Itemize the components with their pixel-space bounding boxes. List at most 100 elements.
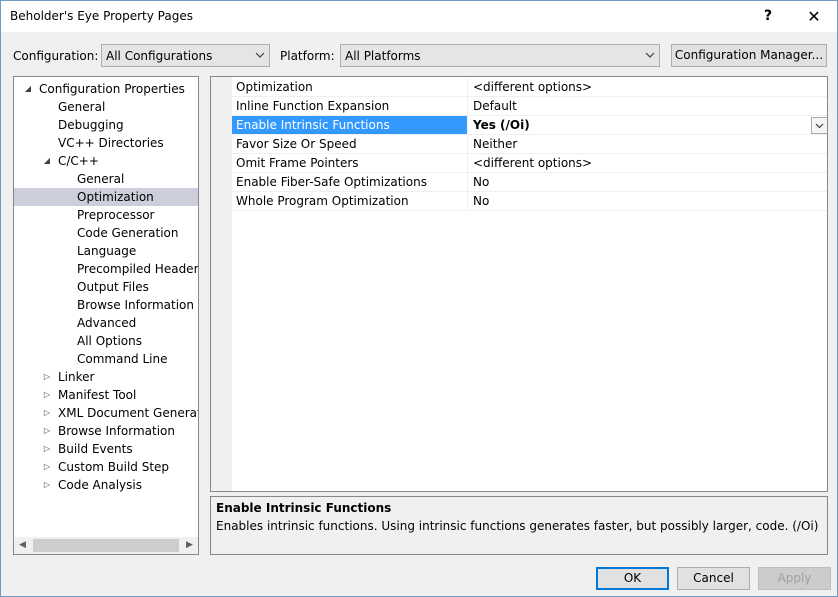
tree-item-label: Build Events (58, 442, 133, 456)
help-button[interactable]: ? (745, 1, 791, 32)
tree-item[interactable]: ▷ Linker (14, 368, 198, 386)
tree-item-label: Advanced (77, 316, 137, 330)
property-pages-window: Beholder's Eye Property Pages ? ✕ Config… (0, 0, 838, 597)
tree-item-label: Browse Information (58, 424, 175, 438)
property-row[interactable]: Optimization <different options> (232, 78, 827, 97)
tree-item[interactable]: ◢ C/C++ (14, 152, 198, 170)
expand-arrow-icon[interactable]: ▷ (42, 440, 52, 458)
expand-arrow-icon[interactable]: ▷ (42, 386, 52, 404)
title-bar: Beholder's Eye Property Pages ? ✕ (1, 1, 837, 32)
property-row[interactable]: Enable Fiber-Safe Optimizations No (232, 173, 827, 192)
platform-dropdown[interactable]: All Platforms (340, 44, 660, 67)
tree-item[interactable]: ▷ XML Document Generator (14, 404, 198, 422)
tree-item[interactable]: ◢ Configuration Properties (14, 80, 198, 98)
close-button[interactable]: ✕ (791, 1, 837, 32)
tree-item[interactable]: ▷ Manifest Tool (14, 386, 198, 404)
tree-item-label: General (77, 172, 125, 186)
expand-arrow-icon[interactable]: ▷ (42, 476, 52, 494)
collapse-arrow-icon[interactable]: ◢ (42, 152, 52, 170)
tree-item[interactable]: All Options (14, 332, 198, 350)
property-name: Omit Frame Pointers (232, 154, 468, 172)
tree-item-label: Language (77, 244, 137, 258)
tree-item[interactable]: General (14, 98, 198, 116)
tree-item[interactable]: Code Generation (14, 224, 198, 242)
tree-horizontal-scrollbar[interactable]: ◀ ▶ (14, 537, 198, 554)
tree-item[interactable]: Command Line (14, 350, 198, 368)
tree-item[interactable]: Browse Information (14, 296, 198, 314)
tree-item[interactable]: ▷ Custom Build Step (14, 458, 198, 476)
tree-item[interactable]: ▷ Build Events (14, 440, 198, 458)
property-name: Favor Size Or Speed (232, 135, 468, 153)
tree-item[interactable]: General (14, 170, 198, 188)
tree-item[interactable]: ▷ Code Analysis (14, 476, 198, 494)
property-value[interactable]: No (469, 173, 809, 191)
tree-item[interactable]: Output Files (14, 278, 198, 296)
scrollbar-thumb[interactable] (33, 539, 179, 552)
tree-item-label: Output Files (77, 280, 149, 294)
tree-item[interactable]: ▷ Browse Information (14, 422, 198, 440)
description-text: Enables intrinsic functions. Using intri… (216, 519, 819, 533)
property-value[interactable]: No (469, 192, 809, 210)
property-name: Enable Intrinsic Functions (232, 116, 468, 134)
tree-item-label: C/C++ (58, 154, 99, 168)
tree-item[interactable]: Debugging (14, 116, 198, 134)
cancel-button[interactable]: Cancel (677, 567, 750, 590)
tree-item[interactable]: Optimization (14, 188, 198, 206)
tree-item-label: VC++ Directories (58, 136, 164, 150)
property-row[interactable]: Enable Intrinsic Functions Yes (/Oi) (232, 116, 827, 135)
tree-item[interactable]: Advanced (14, 314, 198, 332)
chevron-down-icon (815, 123, 824, 129)
property-value[interactable]: Yes (/Oi) (469, 116, 809, 134)
property-grid: Optimization <different options> Inline Fu… (210, 76, 828, 492)
property-row[interactable]: Omit Frame Pointers <different options> (232, 154, 827, 173)
property-name: Optimization (232, 78, 468, 96)
tree-item-label: Custom Build Step (58, 460, 170, 474)
tree-item-label: Command Line (77, 352, 168, 366)
tree-item-label: Browse Information (77, 298, 194, 312)
tree-item-label: XML Document Generator (58, 406, 199, 420)
tree-item[interactable]: Precompiled Headers (14, 260, 198, 278)
tree-item[interactable]: VC++ Directories (14, 134, 198, 152)
configuration-manager-button[interactable]: Configuration Manager... (671, 44, 827, 67)
property-row[interactable]: Favor Size Or Speed Neither (232, 135, 827, 154)
tree-item-label: Code Generation (77, 226, 179, 240)
expand-arrow-icon[interactable]: ▷ (42, 368, 52, 386)
property-value[interactable]: Default (469, 97, 809, 115)
collapse-arrow-icon[interactable]: ◢ (23, 80, 33, 98)
property-row[interactable]: Inline Function Expansion Default (232, 97, 827, 116)
property-name: Enable Fiber-Safe Optimizations (232, 173, 468, 191)
property-name: Whole Program Optimization (232, 192, 468, 210)
tree-item-label: Precompiled Headers (77, 262, 199, 276)
description-title: Enable Intrinsic Functions (216, 501, 392, 515)
description-panel: Enable Intrinsic Functions Enables intri… (210, 496, 828, 555)
scroll-left-icon[interactable]: ◀ (14, 537, 31, 554)
property-value[interactable]: Neither (469, 135, 809, 153)
property-row[interactable]: Whole Program Optimization No (232, 192, 827, 211)
expand-arrow-icon[interactable]: ▷ (42, 458, 52, 476)
property-value[interactable]: <different options> (469, 154, 809, 172)
grid-gutter (211, 77, 232, 491)
configuration-dropdown[interactable]: All Configurations (101, 44, 270, 67)
property-name: Inline Function Expansion (232, 97, 468, 115)
expand-arrow-icon[interactable]: ▷ (42, 404, 52, 422)
scroll-right-icon[interactable]: ▶ (181, 537, 198, 554)
expand-arrow-icon[interactable]: ▷ (42, 422, 52, 440)
chevron-down-icon (645, 52, 655, 58)
apply-button[interactable]: Apply (758, 567, 831, 590)
value-dropdown-button[interactable] (811, 117, 827, 134)
tree-item[interactable]: Preprocessor (14, 206, 198, 224)
ok-button[interactable]: OK (596, 567, 669, 590)
tree-item[interactable]: Language (14, 242, 198, 260)
configuration-value: All Configurations (106, 49, 213, 63)
property-tree[interactable]: ◢ Configuration Properties General Debuggin… (13, 76, 199, 555)
property-value[interactable]: <different options> (469, 78, 809, 96)
